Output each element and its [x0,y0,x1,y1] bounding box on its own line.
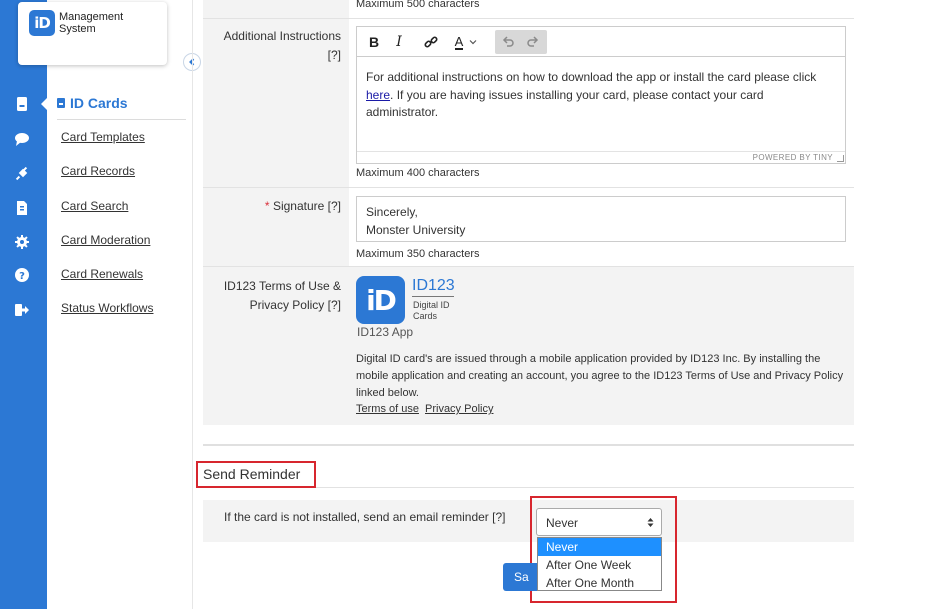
icon-rail: ? [0,0,48,609]
section-divider [203,444,854,446]
document-icon[interactable] [14,200,30,216]
submenu-item-card-templates[interactable]: Card Templates [61,130,145,144]
submenu-title: ID Cards [57,95,128,111]
app-name: ID123 App [357,325,414,339]
editor-content[interactable]: For additional instructions on how to do… [366,69,836,122]
editor-toolbar: B I A [357,27,845,57]
send-reminder-heading: Send Reminder [196,461,316,488]
logo-icon: iD [29,10,55,36]
chevron-down-icon [469,40,477,45]
submenu-item-card-renewals[interactable]: Card Renewals [61,267,143,281]
app-name-line2: System [59,23,96,35]
reminder-label: If the card is not installed, send an em… [224,510,506,524]
id-card-icon[interactable] [14,96,30,112]
history-group [495,30,547,54]
save-button[interactable]: Sa [503,563,537,591]
app-logo[interactable]: iD Management System [18,2,167,65]
submenu-item-card-moderation[interactable]: Card Moderation [61,233,150,247]
instructions-hint: Maximum 400 characters [356,167,480,179]
rich-text-editor[interactable]: B I A For additional instructions on how… [356,26,846,164]
additional-instructions-label: Additional Instructions [?] [224,27,341,65]
terms-description: Digital ID card's are issued through a m… [356,353,844,399]
text-color-icon: A [454,33,464,50]
terms-of-use-link[interactable]: Terms of use [356,403,419,415]
active-indicator [41,97,48,111]
undo-button[interactable] [496,30,520,54]
submenu-item-card-records[interactable]: Card Records [61,164,135,178]
help-link[interactable]: [?] [492,510,505,524]
help-link[interactable]: [?] [328,199,341,213]
plug-icon[interactable] [14,166,30,182]
bold-button[interactable]: B [362,30,386,54]
italic-button[interactable]: I [387,30,411,54]
redo-icon [527,36,539,47]
terms-label: ID123 Terms of Use & Privacy Policy [?] [223,279,341,312]
help-link[interactable]: [?] [328,298,341,312]
undo-icon [502,36,514,47]
resize-handle[interactable] [837,155,844,162]
id-card-icon [57,98,65,108]
logout-icon[interactable] [14,302,30,318]
help-link[interactable]: [?] [224,46,341,65]
divider [57,119,186,120]
app-name-line1: Management [59,11,124,23]
signature-label: * Signature [?] [264,199,341,213]
highlight-box [530,496,677,603]
instructions-link[interactable]: here [366,88,390,102]
privacy-policy-link[interactable]: Privacy Policy [425,403,493,415]
gear-icon[interactable] [14,234,30,250]
link-icon [424,36,438,48]
editor-statusbar: POWERED BY TINY [357,151,845,163]
submenu-item-status-workflows[interactable]: Status Workflows [61,301,153,315]
svg-text:?: ? [19,271,25,282]
id123-brand-subtitle: Digital ID Cards [413,300,450,321]
id123-app-icon: iD [356,276,405,324]
powered-by-tiny[interactable]: POWERED BY TINY [753,153,833,162]
redo-button[interactable] [521,30,545,54]
signature-textarea[interactable]: Sincerely, Monster University [356,196,846,242]
sidebar-divider [192,0,193,609]
link-button[interactable] [419,30,443,54]
signature-hint: Maximum 350 characters [356,248,480,260]
help-icon[interactable]: ? [14,267,30,283]
chat-icon[interactable] [14,131,30,147]
id123-brand: ID123 [412,277,455,294]
text-color-button[interactable]: A [451,30,481,54]
submenu-item-card-search[interactable]: Card Search [61,199,128,213]
previous-field-hint: Maximum 500 characters [356,0,480,10]
